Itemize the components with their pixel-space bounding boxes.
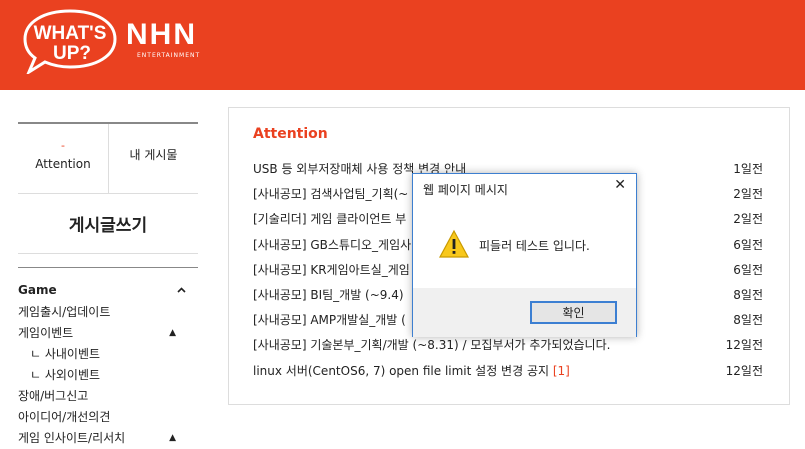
- tab-my-posts-label: 내 게시물: [129, 148, 178, 162]
- post-title[interactable]: linux 서버(CentOS6, 7) open file limit 설정 …: [253, 364, 549, 378]
- caret-up-icon: ▲: [169, 433, 176, 443]
- nhn-logo-sub: ENTERTAINMENT: [137, 52, 201, 59]
- post-title[interactable]: [사내공모] BI팀_개발 (~9.4): [253, 288, 404, 302]
- dialog-title: 웹 페이지 메시지: [423, 183, 508, 197]
- post-title[interactable]: [사내공모] 기술본부_기획/개발 (~8.31) / 모집부서가 추가되었습니…: [253, 338, 610, 352]
- post-title[interactable]: [사내공모] 검색사업팀_기획(~: [253, 187, 408, 201]
- dialog-footer: 확인: [413, 288, 636, 337]
- dialog-body: 피들러 테스트 입니다.: [413, 210, 636, 288]
- nhn-logo-text: NHN: [126, 18, 197, 51]
- write-post-button[interactable]: 게시글쓰기: [18, 194, 198, 254]
- sidebar-item-label: ㄴ 사내이벤트: [30, 347, 101, 361]
- post-date: 8일전: [733, 313, 763, 328]
- sidebar-item-external-event[interactable]: ㄴ 사외이벤트: [18, 365, 198, 386]
- caret-up-icon: ▲: [169, 328, 176, 338]
- comment-count: [1]: [552, 363, 570, 378]
- panel-title: Attention: [253, 126, 328, 142]
- post-date: 8일전: [733, 287, 763, 302]
- sidebar-item-label: 게임이벤트: [18, 326, 74, 340]
- sidebar-item-game-event[interactable]: 게임이벤트 ▲: [18, 323, 198, 344]
- active-tab-marker: -: [61, 138, 65, 152]
- sidebar-item-label: 아이디어/개선의견: [18, 410, 111, 424]
- sidebar-item-label: ㄴ 사외이벤트: [30, 368, 101, 382]
- sidebar-item-internal-event[interactable]: ㄴ 사내이벤트: [18, 344, 198, 365]
- ok-button[interactable]: 확인: [530, 301, 617, 324]
- list-item[interactable]: linux 서버(CentOS6, 7) open file limit 설정 …: [253, 360, 763, 385]
- top-header: WHAT'S UP? NHN ENTERTAINMENT: [0, 0, 805, 90]
- sidebar-item-insight[interactable]: 게임 인사이트/리서치 ▲: [18, 428, 198, 449]
- post-title[interactable]: [사내공모] GB스튜디오_게임사: [253, 238, 411, 252]
- whats-up-logo[interactable]: WHAT'S UP?: [22, 8, 118, 74]
- sidebar: - Attention 내 게시물 게시글쓰기 Game 게임출시/업데이트 게…: [18, 122, 198, 449]
- sidebar-item-game-release[interactable]: 게임출시/업데이트: [18, 302, 198, 323]
- sidebar-item-ideas[interactable]: 아이디어/개선의견: [18, 407, 198, 428]
- post-title[interactable]: [기술리더] 게임 클라이언트 부: [253, 212, 406, 226]
- post-date: 12일전: [725, 338, 763, 353]
- dialog-message: 피들러 테스트 입니다.: [479, 239, 590, 253]
- post-title[interactable]: [사내공모] KR게임아트실_게임: [253, 263, 410, 277]
- tab-attention-label: Attention: [35, 156, 91, 171]
- chevron-up-icon: [177, 287, 186, 293]
- logo-whats: WHAT'S: [34, 23, 107, 44]
- sidebar-item-label: 장애/버그신고: [18, 389, 89, 403]
- sidebar-item-label: 게임출시/업데이트: [18, 305, 111, 319]
- list-item[interactable]: [사내공모] 기술본부_기획/개발 (~8.31) / 모집부서가 추가되었습니…: [253, 334, 763, 359]
- menu-group-label: Game: [18, 283, 57, 297]
- post-title[interactable]: [사내공모] AMP개발실_개발 (: [253, 313, 406, 327]
- post-date: 2일전: [733, 187, 763, 202]
- post-date: 6일전: [733, 262, 763, 277]
- sidebar-item-bug-report[interactable]: 장애/버그신고: [18, 386, 198, 407]
- sidebar-tabs: - Attention 내 게시물: [18, 122, 198, 194]
- sidebar-item-label: 게임 인사이트/리서치: [18, 431, 126, 445]
- tab-my-posts[interactable]: 내 게시물: [108, 124, 198, 193]
- post-date: 6일전: [733, 237, 763, 252]
- close-icon[interactable]: ✕: [614, 177, 626, 193]
- logo-up: UP?: [53, 43, 91, 64]
- webpage-message-dialog: 웹 페이지 메시지 ✕ 피들러 테스트 입니다. 확인: [412, 173, 637, 337]
- tab-attention[interactable]: - Attention: [18, 124, 108, 193]
- menu-group-game[interactable]: Game: [18, 278, 198, 302]
- post-date: 12일전: [725, 363, 763, 378]
- post-date: 2일전: [733, 212, 763, 227]
- nhn-logo: NHN ENTERTAINMENT: [126, 18, 199, 60]
- post-date: 1일전: [733, 162, 763, 176]
- warning-icon: [438, 229, 470, 258]
- sidebar-menu: Game 게임출시/업데이트 게임이벤트 ▲ ㄴ 사내이벤트 ㄴ 사외이벤트 장애…: [18, 267, 198, 449]
